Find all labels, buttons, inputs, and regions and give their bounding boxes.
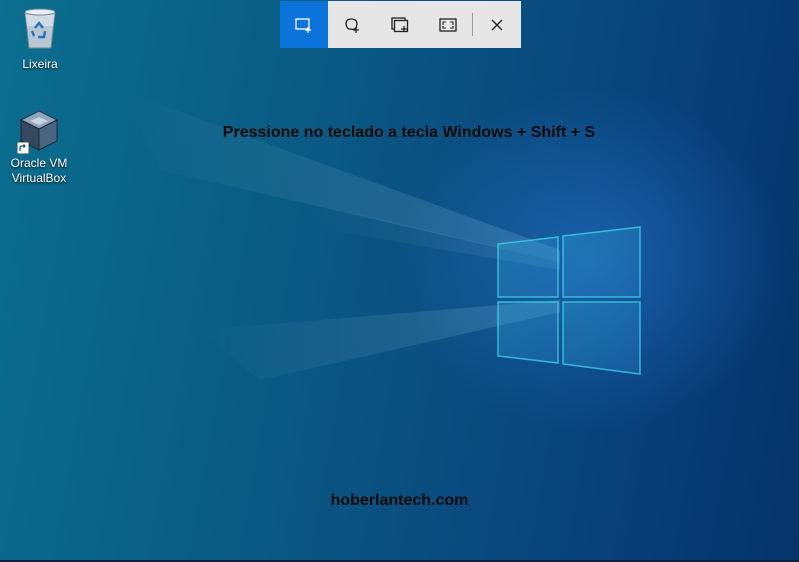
watermark-text: hoberlantech.com [330, 492, 469, 509]
fullscreen-snip-button[interactable] [424, 1, 472, 48]
virtualbox-label: Oracle VM VirtualBox [10, 156, 68, 185]
recycle-bin-label: Lixeira [22, 57, 58, 71]
shortcut-arrow-icon [17, 142, 29, 154]
wallpaper-light-rays [120, 90, 560, 380]
desktop-background: Lixeira Oracle VM VirtualBox Pressione n… [0, 0, 799, 562]
rectangle-snip-icon [294, 16, 314, 34]
freeform-snip-icon [342, 16, 362, 34]
window-snip-button[interactable] [376, 1, 424, 48]
freeform-snip-button[interactable] [328, 1, 376, 48]
window-snip-icon [390, 16, 410, 34]
windows-logo [497, 226, 641, 375]
rectangle-snip-button[interactable] [280, 1, 328, 48]
recycle-bin-icon [20, 6, 60, 55]
instruction-text: Pressione no teclado a tecla Windows + S… [222, 124, 596, 141]
desktop-icon-recycle-bin[interactable]: Lixeira [5, 6, 75, 72]
close-snip-button[interactable] [473, 1, 521, 48]
fullscreen-snip-icon [438, 16, 458, 34]
snip-toolbar [280, 1, 521, 48]
close-icon [489, 17, 505, 33]
desktop-icon-virtualbox[interactable]: Oracle VM VirtualBox [4, 108, 74, 186]
